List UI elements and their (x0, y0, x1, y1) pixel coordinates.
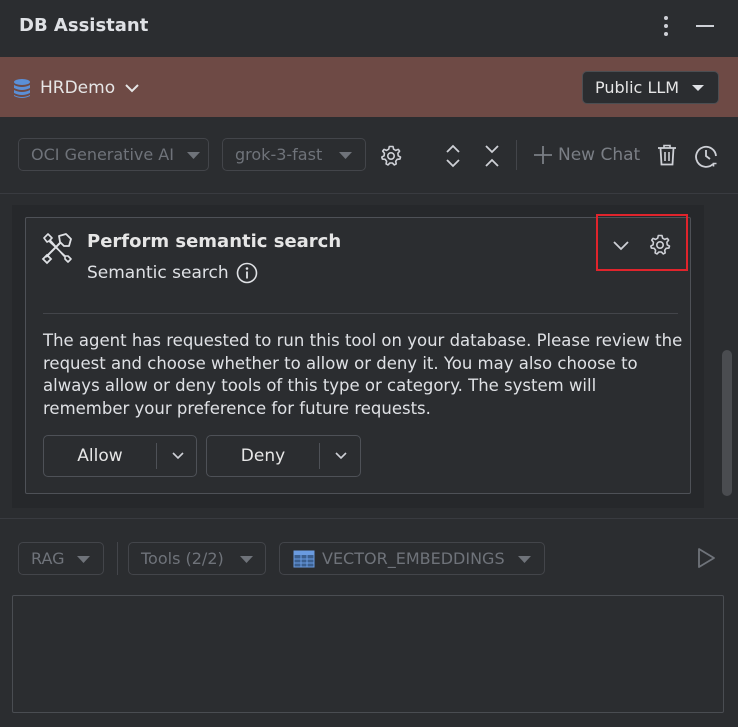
connection-chevron-down-icon[interactable] (122, 80, 142, 96)
llm-mode-select[interactable]: Public LLM (582, 71, 719, 104)
caret-down-icon (240, 556, 253, 563)
send-icon[interactable] (695, 546, 717, 570)
gear-icon[interactable] (648, 233, 672, 257)
tool-request-subtitle: Semantic search (87, 263, 229, 283)
tools-label: Tools (2/2) (141, 549, 224, 568)
caret-down-icon (339, 152, 352, 159)
settings-gear-icon[interactable] (379, 144, 403, 168)
card-divider (43, 313, 678, 314)
caret-down-icon (692, 85, 704, 91)
split-divider (319, 443, 320, 469)
tools-icon (40, 231, 74, 265)
input-bar-divider (117, 542, 118, 575)
info-icon[interactable] (236, 262, 258, 284)
minimize-icon[interactable] (694, 16, 716, 36)
new-chat-button[interactable]: New Chat (532, 144, 642, 168)
deny-split-button: Deny (206, 435, 361, 477)
trash-icon[interactable] (656, 143, 678, 167)
connection-name[interactable]: HRDemo (40, 78, 115, 98)
input-divider (0, 518, 738, 519)
vector-table-select[interactable]: VECTOR_EMBEDDINGS (279, 542, 545, 575)
model-label: grok-3-fast (235, 145, 323, 164)
tools-select[interactable]: Tools (2/2) (128, 542, 266, 575)
history-icon[interactable] (694, 143, 720, 169)
provider-select[interactable]: OCI Generative AI (18, 138, 209, 171)
chat-input[interactable] (12, 595, 724, 713)
model-select[interactable]: grok-3-fast (222, 138, 366, 171)
table-icon (293, 550, 315, 568)
expand-all-icon[interactable] (443, 143, 463, 169)
new-chat-label: New Chat (558, 145, 641, 165)
caret-down-icon (518, 556, 531, 563)
more-options-icon[interactable] (657, 15, 675, 37)
allow-button[interactable]: Allow (44, 436, 156, 476)
window-title: DB Assistant (19, 15, 149, 36)
deny-button[interactable]: Deny (207, 436, 319, 476)
chevron-down-icon[interactable] (610, 236, 632, 254)
rag-label: RAG (31, 549, 65, 568)
tool-request-message: The agent has requested to run this tool… (43, 331, 683, 418)
caret-down-icon (77, 556, 90, 563)
split-divider (156, 443, 157, 469)
caret-down-icon (187, 152, 200, 159)
collapse-all-icon[interactable] (482, 143, 502, 169)
rag-select[interactable]: RAG (18, 542, 104, 575)
allow-options-chevron-icon[interactable] (170, 450, 186, 462)
llm-mode-label: Public LLM (595, 78, 680, 97)
vector-table-label: VECTOR_EMBEDDINGS (322, 549, 505, 568)
toolbar-divider (516, 140, 517, 170)
deny-options-chevron-icon[interactable] (333, 450, 349, 462)
allow-split-button: Allow (43, 435, 197, 477)
database-icon (12, 78, 32, 100)
messages-scrollbar[interactable] (722, 350, 732, 496)
tool-request-title: Perform semantic search (87, 231, 342, 252)
plus-icon (534, 146, 552, 164)
provider-label: OCI Generative AI (31, 145, 174, 164)
